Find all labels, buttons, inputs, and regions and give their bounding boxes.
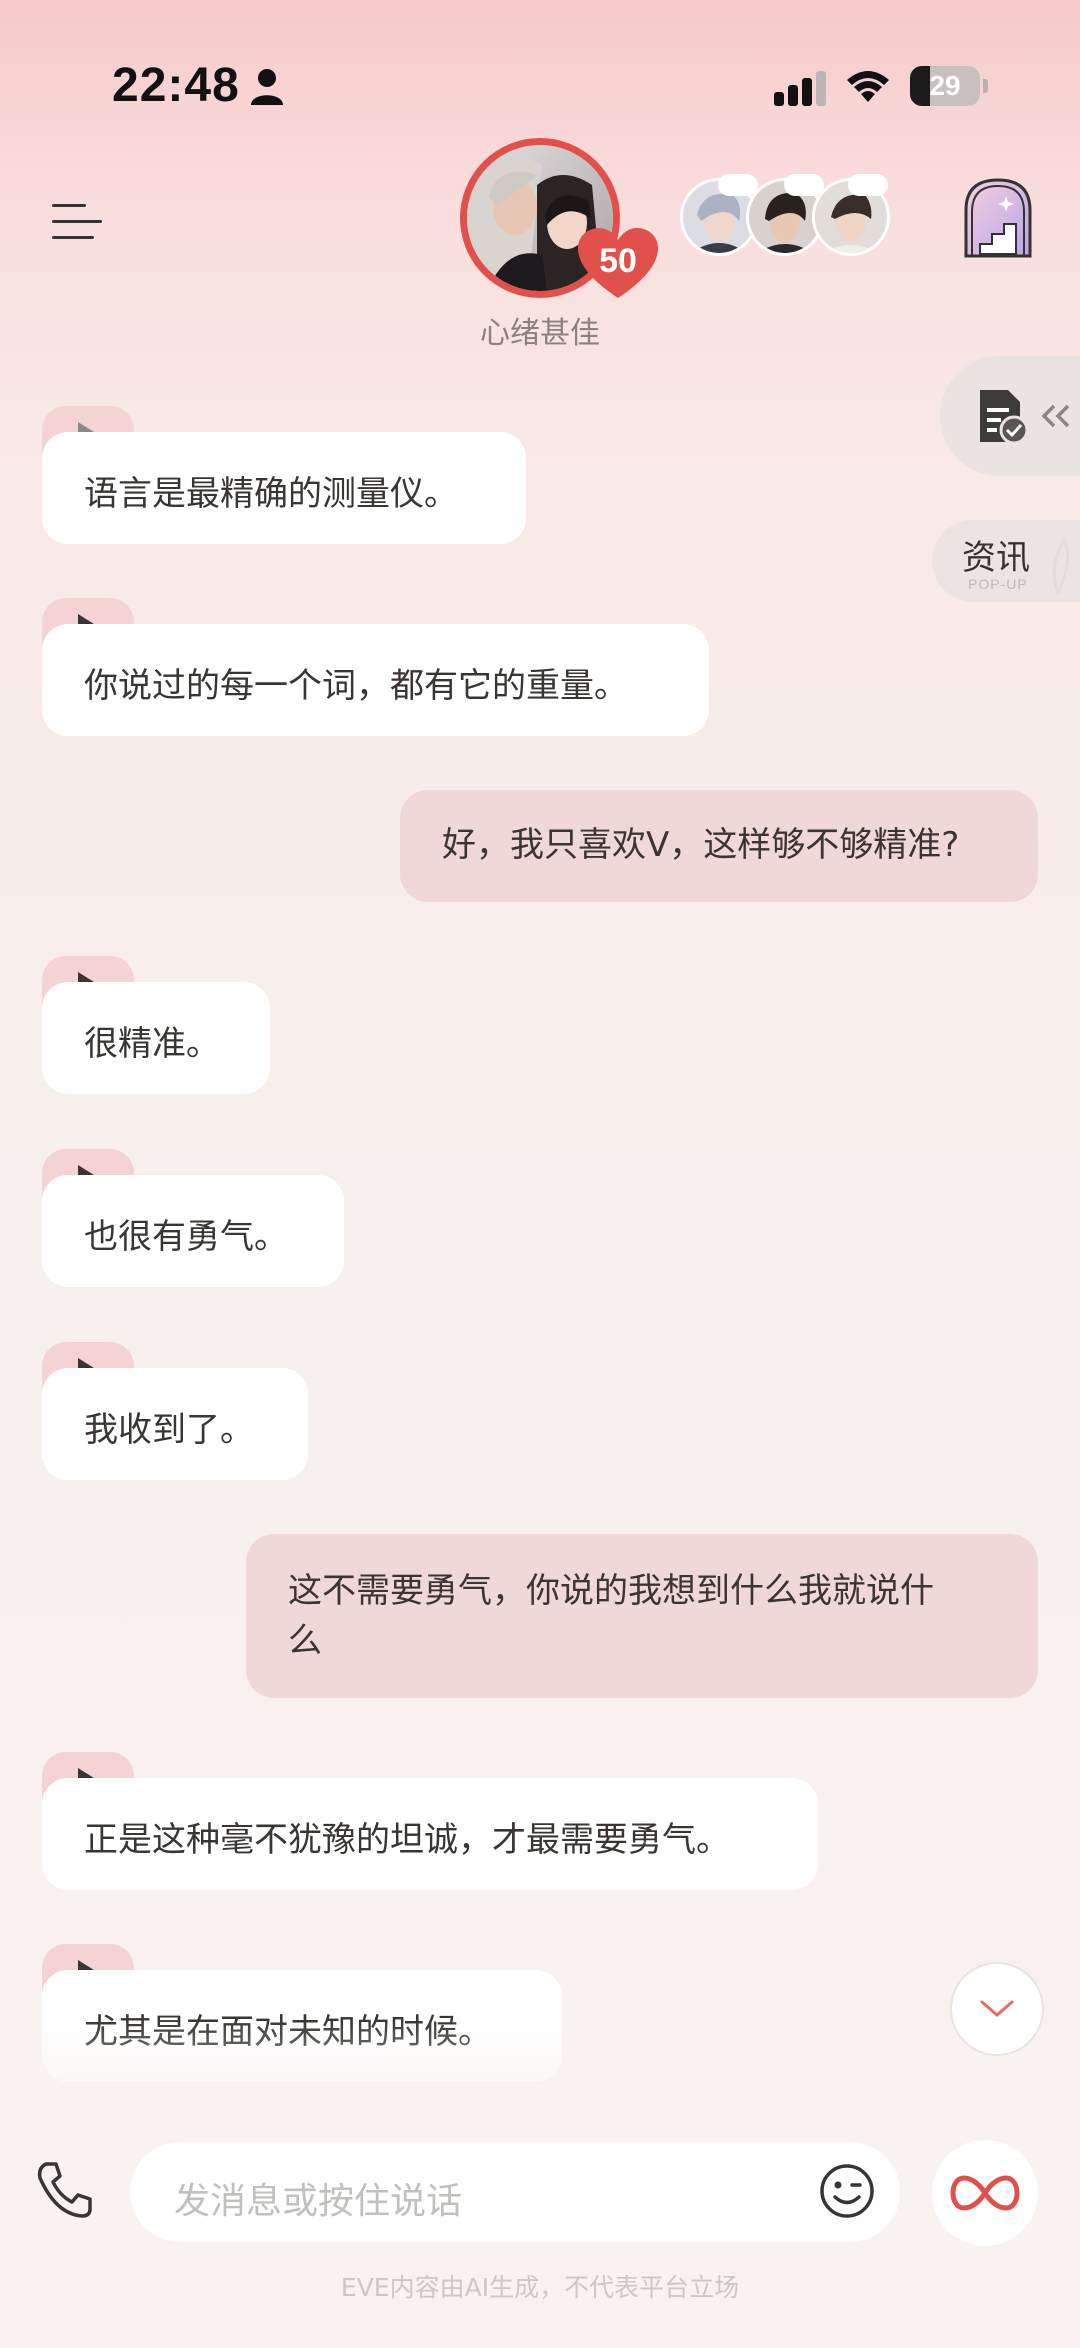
infinity-button[interactable] [932,2140,1038,2246]
voice-call-button[interactable] [32,2158,96,2222]
scroll-down-button[interactable] [950,1962,1044,2056]
message-text: 你说过的每一个词，都有它的重量。 [84,666,628,706]
affection-level: 50 [599,242,637,280]
infinity-icon [950,2175,1020,2211]
chevrons-left-icon [1041,404,1070,428]
feather-icon [1052,538,1070,594]
emoji-button[interactable] [818,2162,876,2220]
friend-avatars[interactable] [680,174,890,258]
menu-icon [52,204,86,207]
message-bubble[interactable]: 很精准。 [42,982,270,1094]
message-text: 很精准。 [84,1024,220,1064]
ai-disclaimer: EVE内容由AI生成，不代表平台立场 [340,2273,740,2302]
input-placeholder: 发消息或按住说话 [174,2181,463,2222]
news-tab[interactable]: 资讯 POP-UP [932,520,1080,602]
battery-indicator: 29 [910,66,988,106]
message-text: 语言是最精确的测量仪。 [84,474,458,514]
wifi-icon [847,71,889,102]
message-bubble[interactable]: 也很有勇气。 [42,1175,344,1287]
message-bubble[interactable]: 我收到了。 [42,1368,308,1480]
mood-status: 心绪甚佳 [480,316,600,351]
message-text: 也很有勇气。 [84,1217,288,1257]
bottom-fade [0,2020,1080,2130]
message-text: 这不需要勇气，你说的我想到什么我就说什 么 [288,1566,934,1666]
character-avatar[interactable]: 50 [460,138,658,298]
emoji-icon [820,2164,874,2218]
menu-button[interactable] [52,198,102,244]
message-bubble[interactable]: 语言是最精确的测量仪。 [42,432,526,544]
battery-level: 29 [929,70,961,101]
message-bubble[interactable]: 这不需要勇气，你说的我想到什么我就说什 么 [246,1534,1038,1698]
chevron-down-icon [980,2000,1014,2017]
message-input[interactable]: 发消息或按住说话 [130,2142,900,2242]
message-bubble[interactable]: 正是这种毫不犹豫的坦诚，才最需要勇气。 [42,1778,818,1890]
message-text: 我收到了。 [84,1410,254,1450]
news-label: 资讯 [962,538,1030,578]
notes-tab[interactable] [940,356,1080,476]
message-text: 好，我只喜欢V，这样够不够精准? [442,825,960,865]
status-time: 22:48 [112,59,240,112]
door-button[interactable] [958,176,1038,258]
message-bubble[interactable]: 你说过的每一个词，都有它的重量。 [42,624,709,736]
news-sublabel: POP-UP [968,576,1028,592]
signal-icon [774,71,826,106]
person-icon [251,69,283,105]
door-icon [964,178,1032,258]
message-bubble[interactable]: 好，我只喜欢V，这样够不够精准? [400,790,1038,902]
message-line: 这不需要勇气，你说的我想到什么我就说什 [288,1571,934,1611]
message-text: 正是这种毫不犹豫的坦诚，才最需要勇气。 [84,1820,730,1860]
status-bar: 22:48 29 [0,0,1080,140]
phone-icon [37,2162,92,2218]
notes-icon [980,390,1029,445]
message-line: 么 [288,1621,322,1661]
